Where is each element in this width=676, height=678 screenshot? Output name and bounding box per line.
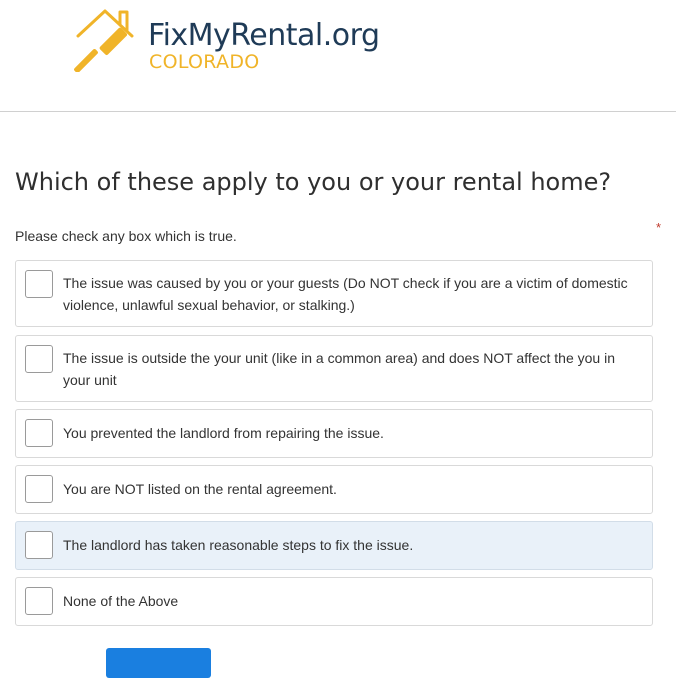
checkbox[interactable] [25,419,53,447]
option-none[interactable]: None of the Above [15,577,653,626]
site-header: FixMyRental.org COLORADO [0,0,676,112]
option-outside-unit[interactable]: The issue is outside the your unit (like… [15,335,653,402]
checkbox[interactable] [25,587,53,615]
brand-name[interactable]: FixMyRental.org [148,18,380,53]
house-gavel-icon[interactable] [74,6,136,72]
option-prevented-repair[interactable]: You prevented the landlord from repairin… [15,409,653,458]
checkbox[interactable] [25,531,53,559]
required-indicator: * [656,220,662,235]
option-label: None of the Above [63,593,179,609]
option-label: You are NOT listed on the rental agreeme… [63,481,337,497]
option-label: The issue is outside the your unit (like… [63,350,615,388]
checkbox[interactable] [25,345,53,373]
option-caused-by-you[interactable]: The issue was caused by you or your gues… [15,260,653,327]
option-label: The issue was caused by you or your gues… [63,275,628,313]
option-label: The landlord has taken reasonable steps … [63,537,414,553]
question-title: Which of these apply to you or your rent… [15,168,612,196]
checkbox[interactable] [25,475,53,503]
option-label: You prevented the landlord from repairin… [63,425,384,441]
question-instructions: Please check any box which is true. [15,228,237,244]
option-not-on-agreement[interactable]: You are NOT listed on the rental agreeme… [15,465,653,514]
option-landlord-steps[interactable]: The landlord has taken reasonable steps … [15,521,653,570]
checkbox[interactable] [25,270,53,298]
next-button[interactable] [106,648,211,678]
brand-region: COLORADO [149,51,260,73]
